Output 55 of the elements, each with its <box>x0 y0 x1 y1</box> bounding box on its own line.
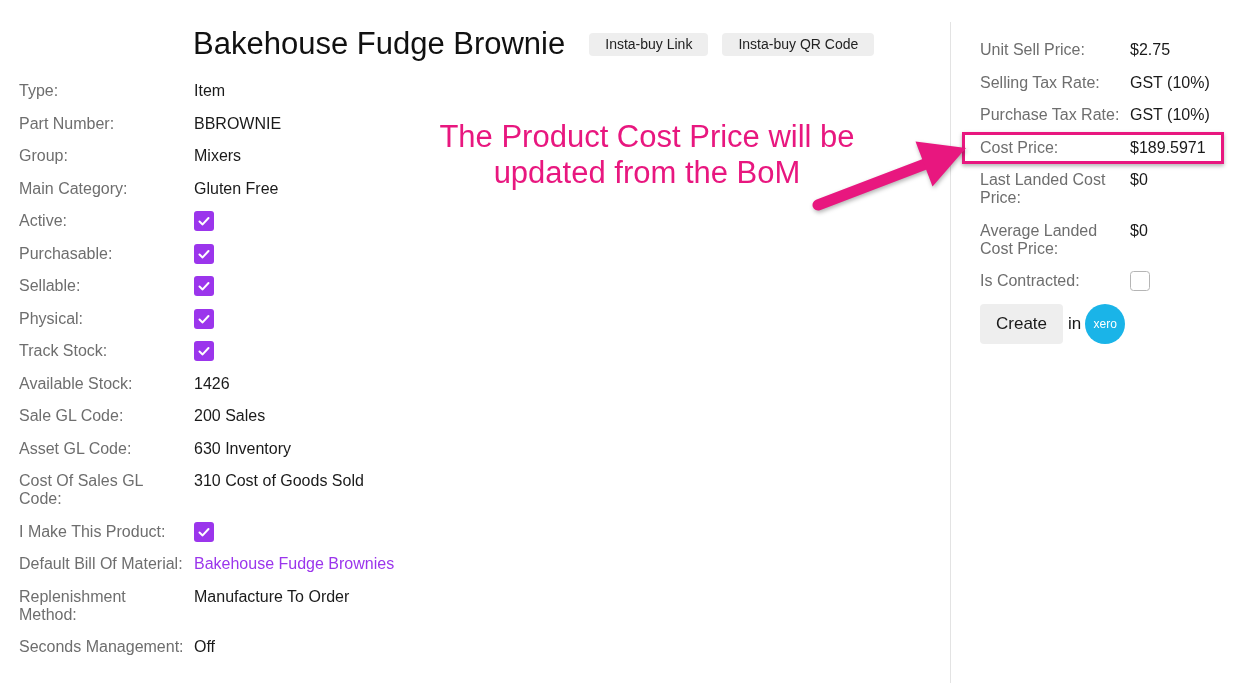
field-label: Part Number: <box>19 114 116 133</box>
field-label: Available Stock: <box>19 374 134 393</box>
field-value: 1426 <box>194 374 230 393</box>
checkbox[interactable] <box>194 521 214 542</box>
price-label: Last Landed Cost Price: <box>980 171 1107 208</box>
field-value: Manufacture To Order <box>194 587 350 606</box>
price-label: Cost Price: <box>980 138 1060 157</box>
price-value: $0 <box>1130 221 1148 240</box>
field-label: Cost Of Sales GL Code: <box>19 472 144 509</box>
action-button[interactable]: Insta-buy Link <box>589 32 709 56</box>
field-value: Gluten Free <box>194 179 279 198</box>
annotation-text: The Product Cost Price will be updated from the BoM <box>438 119 856 191</box>
field-value: 310 Cost of Goods Sold <box>194 472 364 491</box>
product-title: Bakehouse Fudge Brownie <box>193 25 566 63</box>
price-label: Selling Tax Rate: <box>980 73 1101 92</box>
checkbox[interactable] <box>1130 271 1150 292</box>
field-label: Type: <box>19 82 60 101</box>
price-value: $0 <box>1130 171 1148 190</box>
price-value: GST (10%) <box>1130 73 1210 92</box>
field-label: Group: <box>19 147 69 166</box>
connector-label: in <box>1068 313 1082 334</box>
field-value: 630 Inventory <box>194 439 291 458</box>
field-value: BBROWNIE <box>194 114 282 133</box>
field-label: I Make This Product: <box>19 522 167 541</box>
field-label: Main Category: <box>19 179 129 198</box>
checkbox[interactable] <box>194 276 214 297</box>
field-label: Track Stock: <box>19 342 109 361</box>
field-label: Seconds Management: <box>19 638 185 657</box>
field-label: Asset GL Code: <box>19 439 133 458</box>
price-value: $2.75 <box>1130 41 1171 60</box>
field-label: Sale GL Code: <box>19 407 125 426</box>
field-value: 200 Sales <box>194 407 266 426</box>
field-value: Off <box>194 638 216 657</box>
bom-link[interactable]: Bakehouse Fudge Brownies <box>194 555 395 574</box>
field-label: Physical: <box>19 309 85 328</box>
price-label: Is Contracted: <box>980 272 1081 291</box>
brand-logo: xero <box>1085 303 1126 344</box>
price-label: Purchase Tax Rate: <box>980 106 1121 125</box>
field-label: Purchasable: <box>19 244 114 263</box>
field-label: Replenishment Method: <box>19 587 127 624</box>
price-value: GST (10%) <box>1130 106 1210 125</box>
checkbox[interactable] <box>194 243 214 264</box>
price-label: Average Landed Cost Price: <box>980 221 1099 258</box>
field-value: Mixers <box>194 147 242 166</box>
price-label: Unit Sell Price: <box>980 41 1086 60</box>
price-value: $189.5971 <box>1130 138 1206 157</box>
action-button[interactable]: Insta-buy QR Code <box>722 32 875 56</box>
field-label: Default Bill Of Material: <box>19 555 184 574</box>
create-button[interactable]: Create <box>980 303 1064 344</box>
checkbox[interactable] <box>194 308 214 329</box>
checkbox[interactable] <box>194 341 214 362</box>
checkbox[interactable] <box>194 211 214 232</box>
field-value: Item <box>194 82 226 101</box>
field-label: Sellable: <box>19 277 82 296</box>
field-label: Active: <box>19 212 68 231</box>
